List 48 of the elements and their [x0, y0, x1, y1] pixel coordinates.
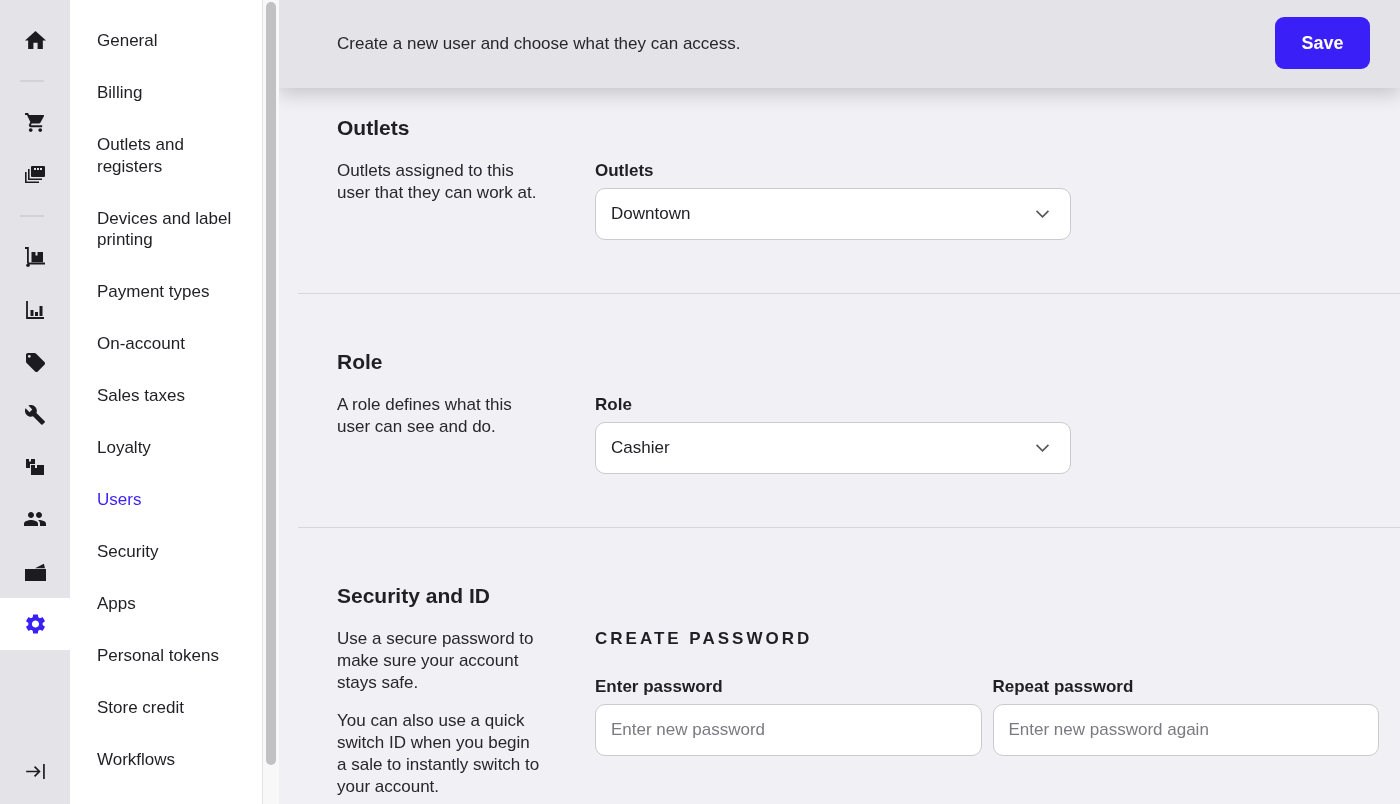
bar-chart-icon — [26, 300, 44, 319]
section-title: Outlets — [337, 115, 411, 141]
menu-item[interactable]: Billing — [70, 67, 252, 119]
field-label: Repeat password — [992, 676, 1135, 698]
scrollbar-thumb[interactable] — [266, 2, 276, 765]
password-field[interactable]: Enter new password again — [992, 704, 1379, 756]
menu-item[interactable]: Payment types — [70, 266, 252, 318]
wallet-icon — [24, 562, 46, 582]
section-description: Use a secure password to make sure your account stays safe. — [337, 628, 535, 694]
menu-item[interactable]: Outlets and registers — [70, 119, 252, 193]
dropdown[interactable]: Cashier — [595, 422, 1071, 474]
arrow-to-bar-icon — [25, 763, 45, 779]
menu-item[interactable]: Sales taxes — [70, 370, 252, 422]
menu-item[interactable]: On-account — [70, 318, 252, 370]
tag-icon — [25, 352, 45, 372]
menu-item[interactable]: Workflows — [70, 734, 252, 786]
dropdown[interactable]: Downtown — [595, 188, 1071, 240]
menu-item[interactable]: Devices and label printing — [70, 192, 252, 266]
section-description: Outlets assigned to this user that they can work at. — [337, 160, 538, 204]
menu-item[interactable]: Loyalty — [70, 422, 252, 474]
menu-item[interactable]: Security — [70, 526, 252, 578]
section-subheading: CREATE PASSWORD — [595, 628, 814, 650]
cart-icon — [25, 113, 45, 133]
menu-item[interactable]: General — [70, 15, 252, 67]
wrench-icon — [25, 404, 45, 425]
page-description: Create a new user and choose what they can access. — [337, 33, 741, 55]
password-field[interactable]: Enter new password — [595, 704, 982, 756]
chevron-down-icon — [1036, 444, 1049, 452]
menu-item[interactable]: Apps — [70, 578, 252, 630]
section-title: Role — [337, 349, 384, 375]
section-description: You can also use a quick switch ID when you begin a sale to instantly switch to your account. — [337, 710, 541, 798]
hand-truck-icon — [25, 247, 45, 268]
nav-button[interactable] — [0, 597, 70, 651]
people-icon — [24, 512, 46, 527]
field-label: Role — [595, 394, 633, 416]
field-label: Outlets — [595, 160, 655, 182]
save-button[interactable]: Save — [1275, 17, 1370, 69]
field-label: Enter password — [595, 676, 724, 698]
home-icon — [24, 31, 46, 50]
settings-icon — [25, 614, 45, 635]
menu-item[interactable]: Personal tokens — [70, 630, 252, 682]
chevron-down-icon — [1036, 210, 1049, 218]
menu-item[interactable]: Users — [70, 474, 252, 526]
section-title: Security and ID — [337, 583, 491, 609]
section-description: A role defines what this user can see and do. — [337, 394, 513, 438]
stacked-cards-icon — [25, 166, 45, 184]
boxes-icon — [26, 458, 44, 475]
menu-item[interactable]: Store credit — [70, 682, 252, 734]
